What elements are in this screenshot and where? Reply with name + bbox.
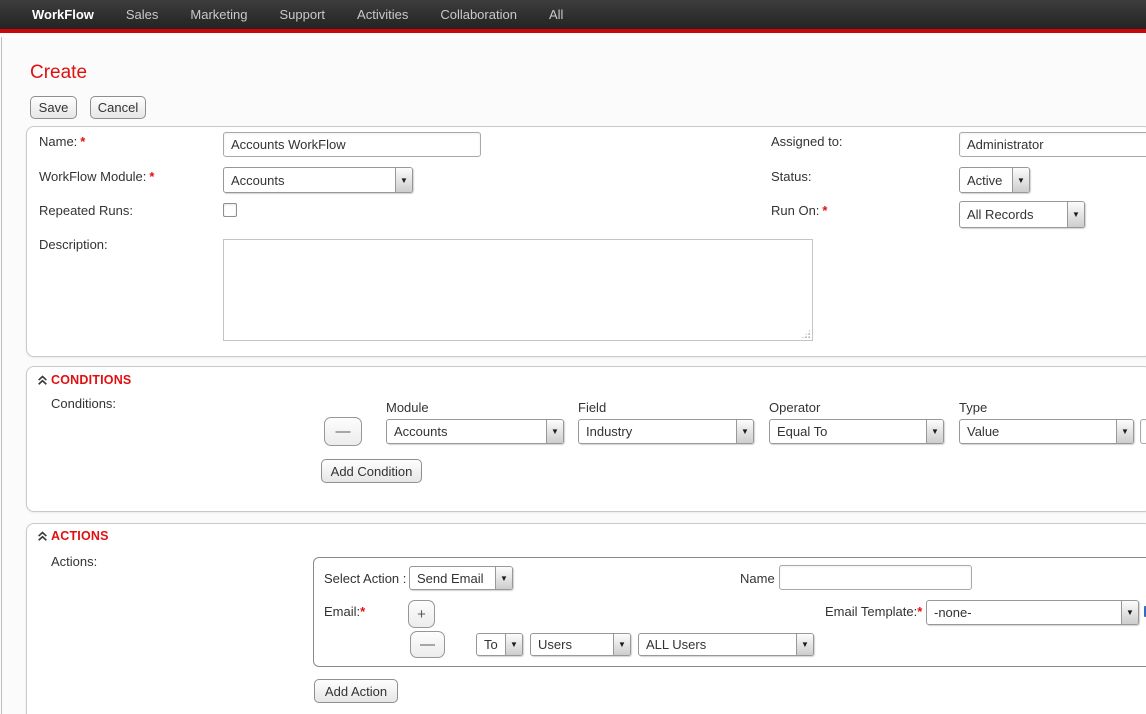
add-action-button[interactable]: Add Action <box>314 679 398 703</box>
remove-recipient-button[interactable]: — <box>410 631 445 658</box>
nav-item-workflow[interactable]: WorkFlow <box>16 0 110 31</box>
minus-icon: — <box>336 423 351 440</box>
page-title: Create <box>30 62 87 84</box>
action-name-label: Name : <box>740 571 782 587</box>
condition-value-input[interactable] <box>1140 419 1146 444</box>
minus-icon: — <box>420 636 435 653</box>
add-recipient-button[interactable]: + <box>408 600 435 628</box>
nav-item-activities[interactable]: Activities <box>341 0 424 31</box>
collapse-chevrons-icon[interactable] <box>37 531 48 542</box>
nav-item-support[interactable]: Support <box>263 0 341 31</box>
recipient-users-value: ALL Users <box>639 634 796 655</box>
conditions-section-header[interactable]: CONDITIONS <box>37 373 131 387</box>
column-header-field: Field <box>578 400 606 415</box>
recipient-to-select[interactable]: To ▼ <box>476 633 523 656</box>
cancel-button[interactable]: Cancel <box>90 96 146 119</box>
dropdown-arrow-icon: ▼ <box>1121 601 1138 624</box>
run-on-label-text: Run On: <box>771 203 819 218</box>
remove-condition-button[interactable]: — <box>324 417 362 446</box>
status-label: Status: <box>771 169 811 185</box>
select-action-value: Send Email <box>410 567 495 589</box>
column-header-operator: Operator <box>769 400 820 415</box>
dropdown-arrow-icon: ▼ <box>495 567 512 589</box>
recipient-users-select[interactable]: ALL Users ▼ <box>638 633 814 656</box>
module-required-marker: * <box>149 169 154 184</box>
workflow-module-label: WorkFlow Module:* <box>39 169 154 185</box>
email-template-required-marker: * <box>917 604 922 619</box>
condition-operator-select[interactable]: Equal To ▼ <box>769 419 944 444</box>
email-label: Email:* <box>324 604 365 620</box>
workflow-module-label-text: WorkFlow Module: <box>39 169 146 184</box>
email-template-label-text: Email Template: <box>825 604 917 619</box>
actions-section-header[interactable]: ACTIONS <box>37 529 109 543</box>
assigned-to-input[interactable] <box>959 132 1146 157</box>
action-name-input[interactable] <box>779 565 972 590</box>
dropdown-arrow-icon: ▼ <box>796 634 813 655</box>
condition-operator-value: Equal To <box>770 420 926 443</box>
run-on-required-marker: * <box>822 203 827 218</box>
email-template-value: -none- <box>927 601 1121 624</box>
condition-type-select[interactable]: Value ▼ <box>959 419 1134 444</box>
condition-type-value: Value <box>960 420 1116 443</box>
collapse-chevrons-icon[interactable] <box>37 375 48 386</box>
top-nav: WorkFlow Sales Marketing Support Activit… <box>0 0 1146 33</box>
select-action-select[interactable]: Send Email ▼ <box>409 566 513 590</box>
nav-item-marketing[interactable]: Marketing <box>174 0 263 31</box>
workflow-module-select[interactable]: Accounts ▼ <box>223 167 413 193</box>
page-left-border <box>1 37 2 714</box>
nav-item-sales[interactable]: Sales <box>110 0 175 31</box>
description-label: Description: <box>39 237 108 253</box>
run-on-select[interactable]: All Records ▼ <box>959 201 1085 228</box>
select-action-label: Select Action : <box>324 571 406 587</box>
name-required-marker: * <box>80 134 85 149</box>
save-button[interactable]: Save <box>30 96 77 119</box>
email-template-label: Email Template:* <box>825 604 922 620</box>
email-template-select[interactable]: -none- ▼ <box>926 600 1139 625</box>
condition-module-value: Accounts <box>387 420 546 443</box>
conditions-group-label: Conditions: <box>51 396 116 412</box>
dropdown-arrow-icon: ▼ <box>1116 420 1133 443</box>
dropdown-arrow-icon: ▼ <box>546 420 563 443</box>
column-header-type: Type <box>959 400 987 415</box>
name-label-text: Name: <box>39 134 77 149</box>
dropdown-arrow-icon: ▼ <box>1067 202 1084 227</box>
workflow-name-input[interactable] <box>223 132 481 157</box>
conditions-box: CONDITIONS Conditions: Module Field Oper… <box>26 366 1146 512</box>
condition-field-value: Industry <box>579 420 736 443</box>
action-item-panel: Select Action : Send Email ▼ Name : Emai… <box>313 557 1146 667</box>
nav-item-all[interactable]: All <box>533 0 579 31</box>
dropdown-arrow-icon: ▼ <box>736 420 753 443</box>
condition-module-select[interactable]: Accounts ▼ <box>386 419 564 444</box>
name-label: Name:* <box>39 134 85 150</box>
conditions-section-title: CONDITIONS <box>51 373 131 387</box>
plus-icon: + <box>417 606 426 623</box>
dropdown-arrow-icon: ▼ <box>1012 168 1029 192</box>
status-select[interactable]: Active ▼ <box>959 167 1030 193</box>
status-select-value: Active <box>960 168 1012 192</box>
column-header-module: Module <box>386 400 429 415</box>
nav-item-collaboration[interactable]: Collaboration <box>424 0 533 31</box>
description-textarea[interactable] <box>223 239 813 341</box>
add-condition-button[interactable]: Add Condition <box>321 459 422 483</box>
assigned-to-label: Assigned to: <box>771 134 843 150</box>
run-on-label: Run On:* <box>771 203 827 219</box>
dropdown-arrow-icon: ▼ <box>613 634 630 655</box>
condition-field-select[interactable]: Industry ▼ <box>578 419 754 444</box>
recipient-to-value: To <box>477 634 505 655</box>
repeated-runs-checkbox[interactable] <box>223 203 237 217</box>
recipient-type-value: Users <box>531 634 613 655</box>
dropdown-arrow-icon: ▼ <box>926 420 943 443</box>
workflow-module-select-value: Accounts <box>224 168 395 192</box>
repeated-runs-label: Repeated Runs: <box>39 203 133 219</box>
dropdown-arrow-icon: ▼ <box>505 634 522 655</box>
email-required-marker: * <box>360 604 365 619</box>
actions-group-label: Actions: <box>51 554 97 570</box>
recipient-type-select[interactable]: Users ▼ <box>530 633 631 656</box>
actions-box: ACTIONS Actions: Select Action : Send Em… <box>26 523 1146 714</box>
actions-section-title: ACTIONS <box>51 529 109 543</box>
dropdown-arrow-icon: ▼ <box>395 168 412 192</box>
workflow-details-box: Name:* Assigned to: WorkFlow Module:* Ac… <box>26 126 1146 357</box>
email-label-text: Email: <box>324 604 360 619</box>
run-on-select-value: All Records <box>960 202 1067 227</box>
